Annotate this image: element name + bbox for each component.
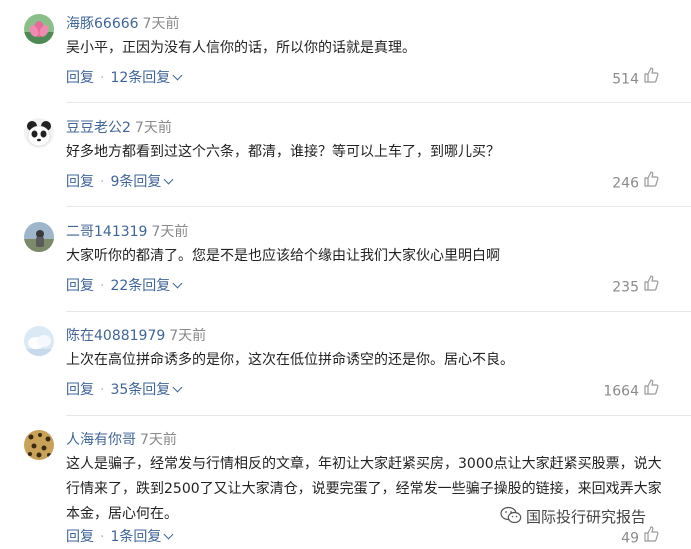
- chevron-down-icon: [172, 278, 183, 289]
- timestamp: 7天前: [142, 16, 180, 32]
- separator: ·: [100, 529, 105, 545]
- separator: ·: [100, 382, 105, 398]
- reply-button[interactable]: 回复: [66, 529, 94, 545]
- thumbs-up-icon: [643, 275, 659, 296]
- like-count: 235: [612, 279, 639, 296]
- comment-text: 上次在高位拼命诱多的是你，这次在低位拼命诱空的还是你。居心不良。: [66, 352, 514, 368]
- thumbs-up-icon: [643, 171, 659, 192]
- chevron-down-icon: [163, 174, 174, 185]
- like-button[interactable]: 235: [612, 275, 659, 298]
- timestamp: 7天前: [151, 224, 189, 240]
- panda-avatar[interactable]: [24, 118, 54, 148]
- comment-text: 好多地方都看到过这个六条，都清，谁接？等可以上车了，到哪儿买？: [66, 144, 500, 160]
- username[interactable]: 人海有你哥: [66, 432, 136, 448]
- like-count: 514: [612, 71, 639, 88]
- thumbs-up-icon: [643, 67, 659, 88]
- leopard-avatar[interactable]: [24, 430, 54, 460]
- timestamp: 7天前: [134, 120, 172, 136]
- like-button[interactable]: 1664: [603, 379, 659, 402]
- comment-text: 大家听你的都清了。您是不是也应该给个缘由让我们大家伙心里明白啊: [66, 248, 500, 264]
- divider: [66, 206, 691, 207]
- view-replies-button[interactable]: 9条回复: [110, 174, 174, 190]
- chevron-down-icon: [172, 382, 183, 393]
- timestamp: 7天前: [169, 328, 207, 344]
- divider: [66, 311, 691, 312]
- watermark: 国际投行研究报告: [496, 506, 651, 529]
- outdoor-avatar[interactable]: [24, 222, 54, 252]
- divider: [66, 102, 691, 103]
- lotus-avatar[interactable]: [24, 14, 54, 44]
- divider: [66, 415, 691, 416]
- separator: ·: [100, 174, 105, 190]
- timestamp: 7天前: [140, 432, 177, 448]
- chevron-down-icon: [172, 70, 183, 81]
- thumbs-up-icon: [643, 526, 659, 547]
- like-count: 49: [621, 530, 639, 547]
- reply-button[interactable]: 回复: [66, 174, 94, 190]
- reply-button[interactable]: 回复: [66, 278, 94, 294]
- wechat-icon: [500, 506, 522, 528]
- like-button[interactable]: 514: [612, 67, 659, 90]
- like-count: 246: [612, 175, 639, 192]
- like-button[interactable]: 246: [612, 171, 659, 194]
- thumbs-up-icon: [643, 379, 659, 400]
- like-button[interactable]: 49: [621, 526, 659, 549]
- reply-button[interactable]: 回复: [66, 70, 94, 86]
- comment-text: 吴小平，正因为没有人信你的话，所以你的话就是真理。: [66, 40, 416, 56]
- separator: ·: [100, 70, 105, 86]
- username[interactable]: 豆豆老公2: [66, 120, 131, 136]
- view-replies-button[interactable]: 12条回复: [110, 70, 183, 86]
- watermark-text: 国际投行研究报告: [526, 508, 647, 526]
- chevron-down-icon: [163, 529, 174, 540]
- view-replies-button[interactable]: 1条回复: [110, 529, 174, 545]
- username[interactable]: 海豚66666: [66, 16, 139, 32]
- like-count: 1664: [603, 383, 639, 400]
- reply-button[interactable]: 回复: [66, 382, 94, 398]
- username[interactable]: 二哥141319: [66, 224, 147, 240]
- separator: ·: [100, 278, 105, 294]
- username[interactable]: 陈在40881979: [66, 328, 165, 344]
- cloud-avatar[interactable]: [24, 326, 54, 356]
- view-replies-button[interactable]: 22条回复: [110, 278, 183, 294]
- view-replies-button[interactable]: 35条回复: [110, 382, 183, 398]
